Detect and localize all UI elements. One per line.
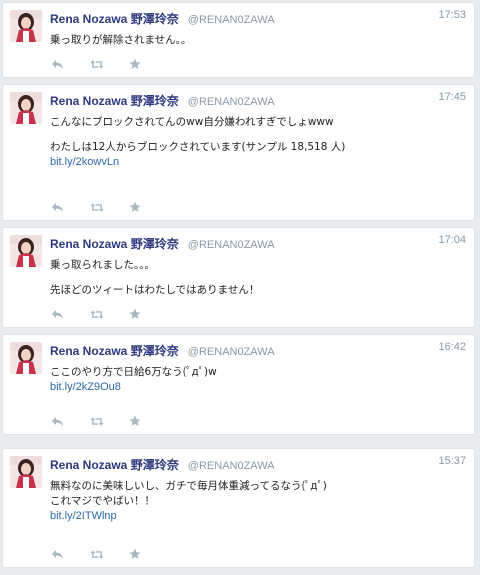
tweet-card: Rena Nozawa 野澤玲奈 @RENAN0ZAWA 17:45 こんなにブ… — [2, 84, 475, 221]
tweet-card: Rena Nozawa 野澤玲奈 @RENAN0ZAWA 17:04 乗っ取られ… — [2, 227, 475, 328]
user-handle[interactable]: @RENAN0ZAWA — [188, 14, 275, 26]
retweet-icon[interactable] — [90, 200, 104, 214]
tweet-text-line: ここのやり方で日給6万なう(ﾟдﾟ)w — [50, 366, 217, 378]
star-icon[interactable] — [128, 414, 142, 428]
tweet-text: 無料なのに美味しいし、ガチで毎月体重減ってるなう(ﾟдﾟ) これマジでやばい！！… — [50, 479, 462, 524]
tweet-text: 乗っ取られました。。。 先ほどのツィートはわたしではありません！ — [50, 258, 462, 298]
tweet-actions — [50, 57, 142, 71]
tweet-text: こんなにブロックされてんのww自分嫌われすぎでしょwww わたしは12人からブロ… — [50, 115, 462, 170]
user-handle[interactable]: @RENAN0ZAWA — [188, 96, 275, 108]
avatar[interactable] — [10, 235, 42, 267]
tweet-actions — [50, 200, 142, 214]
display-name[interactable]: Rena Nozawa 野澤玲奈 — [50, 94, 179, 108]
tweet-header: Rena Nozawa 野澤玲奈 @RENAN0ZAWA 17:04 — [50, 233, 466, 251]
display-name[interactable]: Rena Nozawa 野澤玲奈 — [50, 237, 179, 251]
reply-icon[interactable] — [50, 57, 64, 71]
avatar[interactable] — [10, 456, 42, 488]
retweet-icon[interactable] — [90, 57, 104, 71]
tweet-text-line: 乗っ取りが解除されません。。 — [50, 34, 192, 46]
tweet-text-line: 無料なのに美味しいし、ガチで毎月体重減ってるなう(ﾟдﾟ) — [50, 480, 327, 492]
display-name[interactable]: Rena Nozawa 野澤玲奈 — [50, 458, 179, 472]
tweet-header: Rena Nozawa 野澤玲奈 @RENAN0ZAWA 16:42 — [50, 340, 466, 358]
tweet-text-line: これマジでやばい！！ — [50, 495, 155, 507]
user-handle[interactable]: @RENAN0ZAWA — [188, 460, 275, 472]
reply-icon[interactable] — [50, 547, 64, 561]
tweet-actions — [50, 307, 142, 321]
retweet-icon[interactable] — [90, 414, 104, 428]
tweet-text: 乗っ取りが解除されません。。 — [50, 33, 462, 48]
tweet-header: Rena Nozawa 野澤玲奈 @RENAN0ZAWA 15:37 — [50, 454, 466, 472]
avatar[interactable] — [10, 92, 42, 124]
reply-icon[interactable] — [50, 307, 64, 321]
timestamp[interactable]: 17:53 — [438, 9, 466, 21]
star-icon[interactable] — [128, 57, 142, 71]
star-icon[interactable] — [128, 200, 142, 214]
reply-icon[interactable] — [50, 200, 64, 214]
tweet-actions — [50, 547, 142, 561]
tweet-header: Rena Nozawa 野澤玲奈 @RENAN0ZAWA 17:45 — [50, 90, 466, 108]
avatar[interactable] — [10, 342, 42, 374]
tweet-header: Rena Nozawa 野澤玲奈 @RENAN0ZAWA 17:53 — [50, 8, 466, 26]
avatar[interactable] — [10, 10, 42, 42]
timestamp[interactable]: 15:37 — [438, 455, 466, 467]
timestamp[interactable]: 16:42 — [438, 341, 466, 353]
display-name[interactable]: Rena Nozawa 野澤玲奈 — [50, 12, 179, 26]
tweet-card: Rena Nozawa 野澤玲奈 @RENAN0ZAWA 16:42 ここのやり… — [2, 334, 475, 435]
star-icon[interactable] — [128, 307, 142, 321]
tweet-link[interactable]: bit.ly/2kZ9Ou8 — [50, 381, 121, 393]
tweet-text-line: 先ほどのツィートはわたしではありません！ — [50, 284, 260, 296]
tweet-card: Rena Nozawa 野澤玲奈 @RENAN0ZAWA 17:53 乗っ取りが… — [2, 2, 475, 78]
tweet-link[interactable]: bit.ly/2ITWlnp — [50, 510, 117, 522]
star-icon[interactable] — [128, 547, 142, 561]
user-handle[interactable]: @RENAN0ZAWA — [188, 239, 275, 251]
timestamp[interactable]: 17:45 — [438, 91, 466, 103]
user-handle[interactable]: @RENAN0ZAWA — [188, 346, 275, 358]
tweet-text-line: わたしは12人からブロックされています(サンプル 18,518 人) — [50, 141, 346, 153]
tweet-feed: Rena Nozawa 野澤玲奈 @RENAN0ZAWA 17:53 乗っ取りが… — [0, 0, 480, 575]
tweet-actions — [50, 414, 142, 428]
timestamp[interactable]: 17:04 — [438, 234, 466, 246]
tweet-text: ここのやり方で日給6万なう(ﾟдﾟ)w bit.ly/2kZ9Ou8 — [50, 365, 462, 395]
retweet-icon[interactable] — [90, 307, 104, 321]
tweet-card: Rena Nozawa 野澤玲奈 @RENAN0ZAWA 15:37 無料なのに… — [2, 448, 475, 568]
reply-icon[interactable] — [50, 414, 64, 428]
tweet-text-line: こんなにブロックされてんのww自分嫌われすぎでしょwww — [50, 116, 334, 128]
tweet-text-line: 乗っ取られました。。。 — [50, 259, 155, 271]
retweet-icon[interactable] — [90, 547, 104, 561]
display-name[interactable]: Rena Nozawa 野澤玲奈 — [50, 344, 179, 358]
tweet-link[interactable]: bit.ly/2kowvLn — [50, 156, 119, 168]
